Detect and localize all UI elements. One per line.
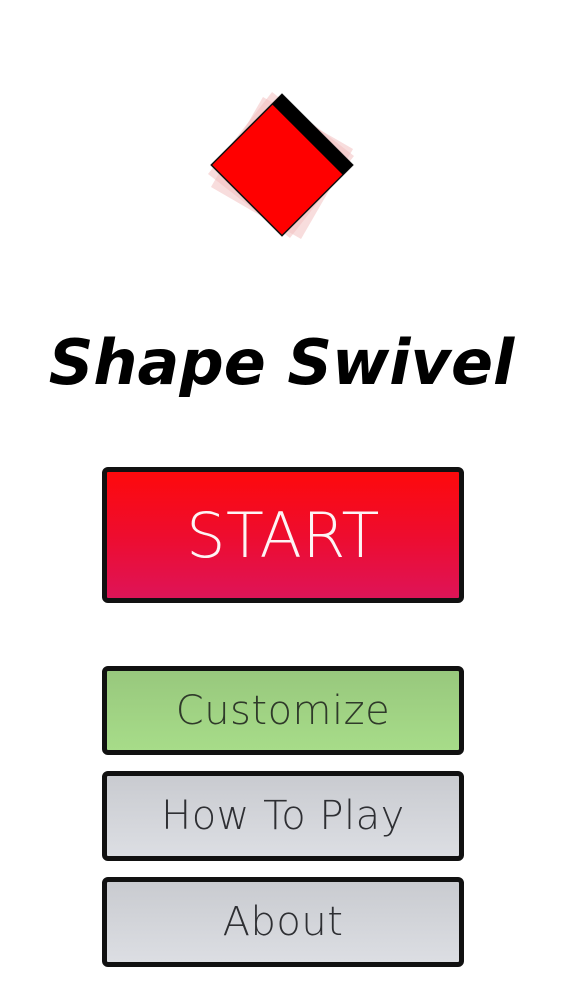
customize-button[interactable]: Customize [102,666,464,755]
customize-button-label: Customize [175,687,391,734]
game-title: Shape Swivel [48,326,515,399]
square-shape [210,93,354,237]
about-button-label: About [222,899,344,945]
how-to-play-button-label: How To Play [161,793,405,839]
rotating-square-icon [208,92,354,240]
start-button[interactable]: START [102,467,464,603]
about-button[interactable]: About [102,877,464,967]
how-to-play-button[interactable]: How To Play [102,771,464,861]
start-button-label: START [186,498,380,572]
